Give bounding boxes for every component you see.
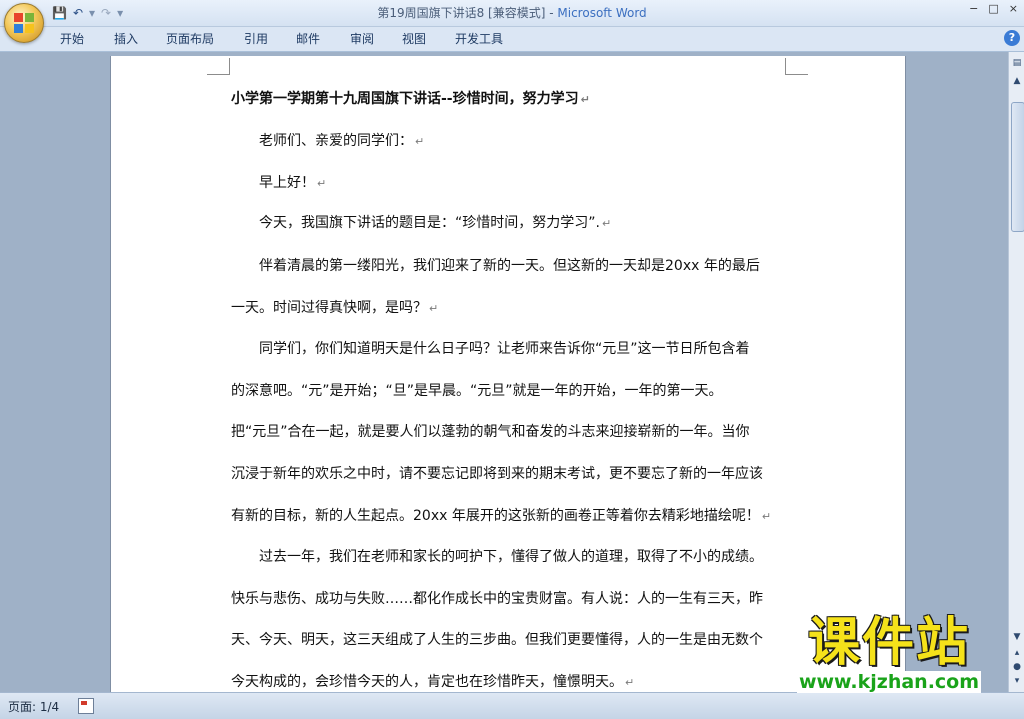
document-title: 小学第一学期第十九周国旗下讲话--珍惜时间，努力学习 ↵ bbox=[231, 90, 590, 109]
close-button[interactable]: × bbox=[1009, 2, 1018, 15]
doc-line: 伴着清晨的第一缕阳光，我们迎来了新的一天。但这新的一天却是20xx 年的最后 bbox=[259, 257, 760, 275]
title-text: 小学第一学期第十九周国旗下讲话--珍惜时间，努力学习 bbox=[231, 91, 579, 107]
doc-line: 快乐与悲伤、成功与失败……都化作成长中的宝贵财富。有人说：人的一生有三天，昨 bbox=[231, 590, 763, 608]
tab-page-layout[interactable]: 页面布局 bbox=[166, 27, 214, 51]
doc-line: 的深意吧。“元”是开始；“旦”是早晨。“元旦”就是一年的开始，一年的第一天。 bbox=[231, 382, 723, 400]
document-workspace: 小学第一学期第十九周国旗下讲话--珍惜时间，努力学习 ↵ 老师们、亲爱的同学们： ↵… bbox=[0, 52, 1008, 696]
tab-developer[interactable]: 开发工具 bbox=[455, 27, 503, 51]
window-controls: − □ × bbox=[969, 2, 1018, 15]
tab-insert[interactable]: 插入 bbox=[114, 27, 138, 51]
doc-line: 沉浸于新年的欢乐之中时，请不要忘记即将到来的期末考试，更不要忘了新的一年应该 bbox=[231, 465, 763, 483]
line-text: 早上好！ bbox=[259, 175, 315, 191]
document-page[interactable]: 小学第一学期第十九周国旗下讲话--珍惜时间，努力学习 ↵ 老师们、亲爱的同学们： ↵… bbox=[110, 56, 906, 696]
line-text: 老师们、亲爱的同学们： bbox=[259, 133, 413, 149]
previous-page-icon[interactable]: ▴ bbox=[1010, 646, 1024, 660]
tab-view[interactable]: 视图 bbox=[402, 27, 426, 51]
paragraph-mark: ↵ bbox=[580, 93, 590, 106]
line-text: 伴着清晨的第一缕阳光，我们迎来了新的一天。但这新的一天却是20xx 年的最后 bbox=[259, 258, 760, 274]
paragraph-mark: ↵ bbox=[317, 177, 327, 190]
doc-line: 早上好！ ↵ bbox=[259, 174, 326, 193]
tab-review[interactable]: 审阅 bbox=[350, 27, 374, 51]
line-text: 过去一年，我们在老师和家长的呵护下，懂得了做人的道理，取得了不小的成绩。 bbox=[259, 549, 763, 565]
restore-button[interactable]: □ bbox=[988, 2, 998, 15]
document-name: 第19周国旗下讲话8 [兼容模式] bbox=[377, 6, 546, 20]
minimize-button[interactable]: − bbox=[969, 2, 978, 15]
doc-line: 同学们，你们知道明天是什么日子吗？让老师来告诉你“元旦”这一节日所包含着 bbox=[259, 340, 750, 358]
page-counter[interactable]: 页面: 1/4 bbox=[8, 698, 59, 715]
line-text: 今天，我国旗下讲话的题目是：“珍惜时间，努力学习”. bbox=[259, 215, 600, 231]
doc-line: 一天。时间过得真快啊，是吗？ ↵ bbox=[231, 299, 438, 318]
watermark-text: 课件站 bbox=[807, 613, 970, 673]
tab-references[interactable]: 引用 bbox=[244, 27, 268, 51]
paragraph-mark: ↵ bbox=[601, 217, 612, 230]
title-separator: - bbox=[545, 6, 558, 20]
doc-line: 有新的目标，新的人生起点。20xx 年展开的这张新的画卷正等着你去精彩地描绘呢！… bbox=[231, 507, 771, 526]
line-text: 同学们，你们知道明天是什么日子吗？让老师来告诉你“元旦”这一节日所包含着 bbox=[259, 341, 750, 357]
status-bar: 页面: 1/4 bbox=[0, 692, 1024, 719]
tab-home[interactable]: 开始 bbox=[60, 27, 84, 51]
title-bar: 💾 ↶ ▾ ↷ ▾ 第19周国旗下讲话8 [兼容模式] - Microsoft … bbox=[0, 0, 1024, 27]
window-title: 第19周国旗下讲话8 [兼容模式] - Microsoft Word bbox=[0, 0, 1024, 26]
tab-mailings[interactable]: 邮件 bbox=[296, 27, 320, 51]
paragraph-mark: ↵ bbox=[415, 135, 425, 148]
paragraph-mark: ↵ bbox=[625, 676, 635, 689]
line-text: 沉浸于新年的欢乐之中时，请不要忘记即将到来的期末考试，更不要忘了新的一年应该 bbox=[231, 466, 763, 482]
site-watermark: 课件站 www.kjzhan.com bbox=[774, 615, 1004, 695]
line-text: 的深意吧。“元”是开始；“旦”是早晨。“元旦”就是一年的开始，一年的第一天。 bbox=[231, 383, 723, 399]
margin-corner-top-right bbox=[785, 58, 808, 75]
next-page-icon[interactable]: ▾ bbox=[1010, 674, 1024, 688]
paragraph-mark: ↵ bbox=[429, 302, 439, 315]
line-text: 有新的目标，新的人生起点。20xx 年展开的这张新的画卷正等着你去精彩地描绘呢！ bbox=[231, 508, 760, 524]
ribbon-tabs: 开始 插入 页面布局 引用 邮件 审阅 视图 开发工具 ? bbox=[0, 27, 1024, 52]
watermark-url: www.kjzhan.com bbox=[796, 671, 982, 693]
paragraph-mark: ↵ bbox=[761, 510, 772, 523]
line-text: 快乐与悲伤、成功与失败……都化作成长中的宝贵财富。有人说：人的一生有三天，昨 bbox=[231, 591, 763, 607]
scroll-thumb[interactable] bbox=[1011, 102, 1024, 232]
doc-line: 老师们、亲爱的同学们： ↵ bbox=[259, 132, 424, 151]
line-text: 把“元旦”合在一起，就是要人们以蓬勃的朝气和奋发的斗志来迎接崭新的一年。当你 bbox=[231, 424, 750, 440]
doc-line: 今天构成的，会珍惜今天的人，肯定也在珍惜昨天，憧憬明天。 ↵ bbox=[231, 673, 634, 692]
doc-line: 把“元旦”合在一起，就是要人们以蓬勃的朝气和奋发的斗志来迎接崭新的一年。当你 bbox=[231, 423, 750, 441]
doc-line: 过去一年，我们在老师和家长的呵护下，懂得了做人的道理，取得了不小的成绩。 bbox=[259, 548, 763, 566]
vertical-scrollbar[interactable]: ▤ ▲ ▼ ▴ ● ▾ bbox=[1008, 52, 1024, 692]
doc-line: 天、今天、明天，这三天组成了人生的三步曲。但我们更要懂得，人的一生是由无数个 bbox=[231, 631, 763, 649]
help-icon[interactable]: ? bbox=[1004, 30, 1020, 46]
ruler-toggle-icon[interactable]: ▤ bbox=[1010, 56, 1024, 70]
doc-line: 今天，我国旗下讲话的题目是：“珍惜时间，努力学习”. ↵ bbox=[259, 214, 611, 233]
line-text: 今天构成的，会珍惜今天的人，肯定也在珍惜昨天，憧憬明天。 bbox=[231, 674, 623, 690]
line-text: 一天。时间过得真快啊，是吗？ bbox=[231, 300, 427, 316]
select-browse-object-icon[interactable]: ● bbox=[1010, 660, 1024, 674]
scroll-down-icon[interactable]: ▼ bbox=[1010, 630, 1024, 644]
office-button[interactable] bbox=[4, 3, 44, 43]
office-logo-icon bbox=[14, 13, 34, 33]
proofing-icon[interactable] bbox=[78, 698, 94, 714]
line-text: 天、今天、明天，这三天组成了人生的三步曲。但我们更要懂得，人的一生是由无数个 bbox=[231, 632, 763, 648]
scroll-up-icon[interactable]: ▲ bbox=[1010, 74, 1024, 88]
margin-corner-top-left bbox=[207, 58, 230, 75]
app-name: Microsoft Word bbox=[557, 6, 647, 20]
